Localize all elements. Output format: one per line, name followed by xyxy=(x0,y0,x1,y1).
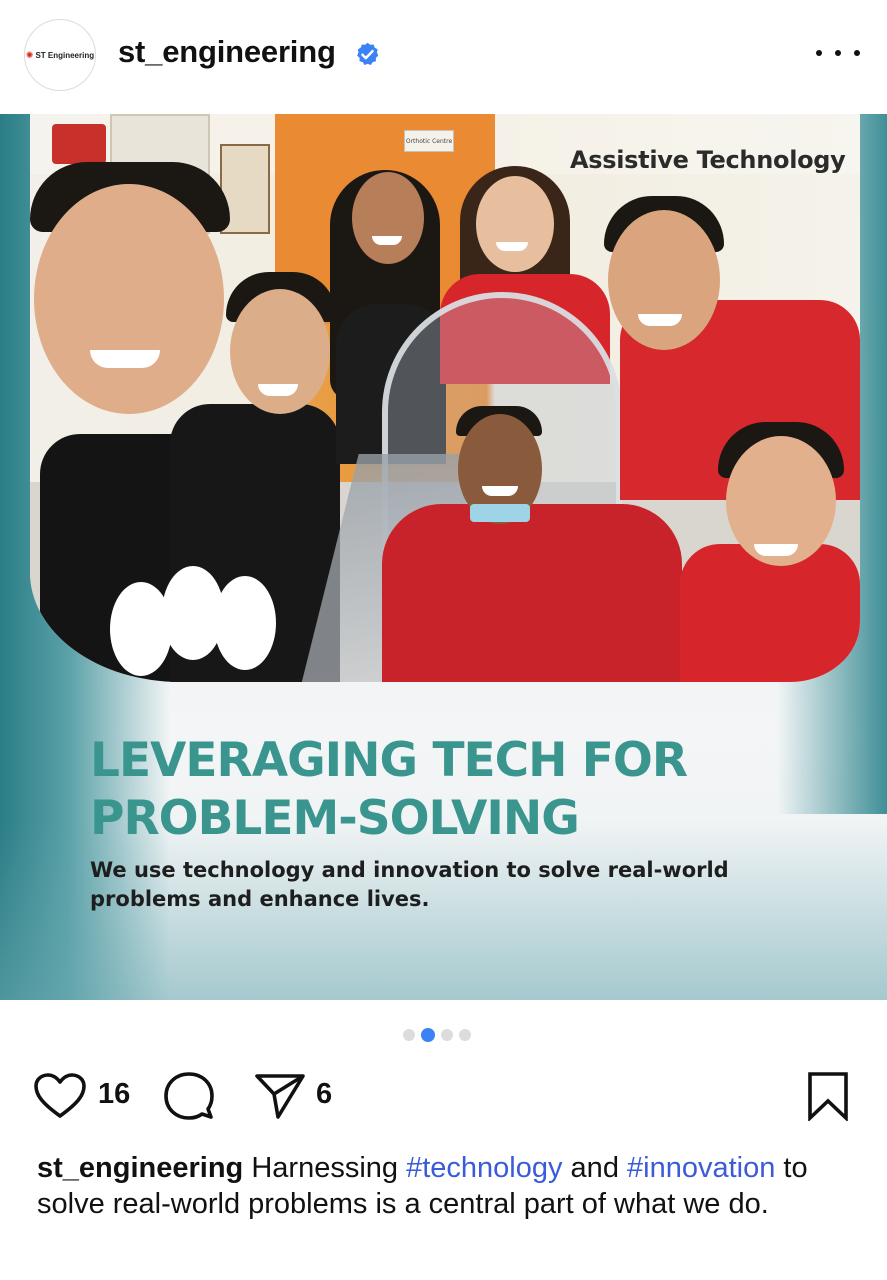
action-bar xyxy=(0,1066,887,1126)
door-sign: Orthotic Centre xyxy=(404,130,454,152)
caption-username[interactable]: st_engineering xyxy=(37,1152,243,1184)
carousel-dot xyxy=(403,1029,415,1041)
share-button[interactable] xyxy=(254,1066,306,1126)
more-options-icon-dot xyxy=(835,50,841,56)
like-button[interactable] xyxy=(34,1066,86,1126)
more-options-icon-dot xyxy=(816,50,822,56)
post-image[interactable]: Orthotic Centre Assistive Technology LEV… xyxy=(0,114,887,1000)
caption-text: and xyxy=(562,1152,627,1184)
wall-sign: Assistive Technology xyxy=(570,146,846,174)
carousel-indicator xyxy=(403,1028,471,1042)
save-button[interactable] xyxy=(806,1066,850,1126)
caption-text: Harnessing xyxy=(243,1152,407,1184)
share-count: 6 xyxy=(316,1078,333,1110)
post-caption: st_engineering Harnessing #technology an… xyxy=(37,1150,857,1222)
verified-badge-icon xyxy=(357,42,379,65)
carousel-dot xyxy=(459,1029,471,1041)
comment-icon xyxy=(164,1072,214,1120)
carousel-dot xyxy=(441,1029,453,1041)
more-options-icon-dot xyxy=(854,50,860,56)
slide-headline: LEVERAGING TECH FOR PROBLEM-SOLVING xyxy=(90,733,688,846)
comment-button[interactable] xyxy=(164,1066,214,1126)
slide-subheadline: We use technology and innovation to solv… xyxy=(90,858,729,911)
like-count[interactable]: 16 xyxy=(98,1078,130,1111)
avatar-brand-text: ST Engineering xyxy=(35,50,95,60)
blurred-mark xyxy=(110,566,280,682)
username[interactable]: st_engineering xyxy=(118,34,336,70)
hashtag-link[interactable]: #technology xyxy=(406,1152,562,1184)
more-options-button[interactable] xyxy=(816,38,860,68)
hashtag-link[interactable]: #innovation xyxy=(627,1152,775,1184)
post-header: ✺ ST Engineering st_engineering xyxy=(0,0,887,114)
avatar[interactable]: ✺ ST Engineering xyxy=(24,19,96,91)
brand-logo: ✺ ST Engineering xyxy=(25,49,95,60)
logo-burst-icon: ✺ xyxy=(25,49,34,60)
carousel-dot-active xyxy=(421,1028,435,1042)
fire-extinguisher xyxy=(52,124,106,164)
share-icon xyxy=(255,1074,305,1119)
heart-icon xyxy=(34,1073,86,1118)
bookmark-icon xyxy=(808,1072,848,1121)
